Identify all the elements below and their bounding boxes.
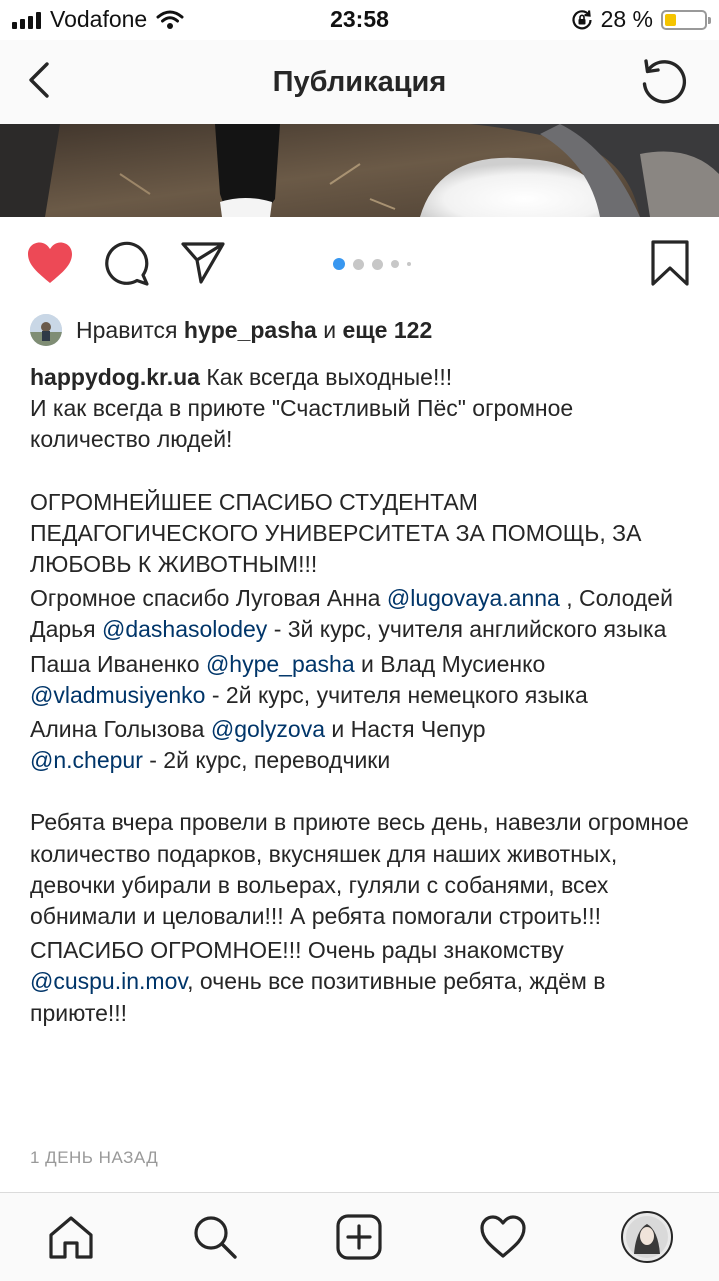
avatar [30, 314, 62, 346]
mention-link[interactable]: @n.chepur [30, 747, 143, 773]
carousel-dot [353, 258, 364, 270]
mention-link[interactable]: @vladmusiyenko [30, 682, 205, 708]
post-timestamp: 1 ДЕНЬ НАЗАД [30, 1148, 159, 1167]
caption-text: - 2й курс, переводчики [149, 747, 391, 774]
carousel-dot [372, 258, 383, 270]
caption-text: Паша Иваненко [30, 650, 200, 677]
heart-filled-icon[interactable] [26, 241, 74, 285]
battery-percent: 28 % [600, 6, 653, 32]
post-caption: happydog.kr.ua Как всегда выходные!!! И … [30, 362, 695, 1029]
mention-link[interactable]: @lugovaya.anna [387, 585, 560, 611]
caption-username-link[interactable]: happydog.kr.ua [30, 364, 200, 390]
caption-line-1: Как всегда выходные!!! [206, 364, 453, 390]
status-bar: Vodafone 23:58 28 % [0, 0, 719, 40]
likes-prefix: Нравится [76, 316, 178, 343]
mention-link[interactable]: @hype_pasha [206, 651, 355, 677]
caption-paragraph-1: Огромное спасибо Луговая Анна @lugovaya.… [30, 583, 695, 645]
battery-fill [665, 13, 676, 26]
post-photo-image [0, 124, 719, 217]
new-post-icon[interactable] [335, 1213, 383, 1261]
caption-text: Алина Голызова [30, 716, 205, 743]
bottom-tab-bar [0, 1192, 719, 1281]
caption-paragraph-2: Паша Иваненко @hype_pasha и Влад Мусиенк… [30, 649, 695, 711]
share-icon[interactable] [180, 241, 226, 285]
profile-avatar-icon[interactable] [620, 1210, 674, 1264]
activity-heart-icon[interactable] [479, 1213, 527, 1261]
page-title: Публикация [272, 66, 447, 98]
mention-link[interactable]: @golyzova [211, 716, 325, 742]
likes-user-link[interactable]: hype_pasha [184, 317, 317, 344]
bookmark-icon[interactable] [650, 239, 690, 287]
mention-link[interactable]: @dashasolodey [102, 616, 267, 642]
likes-middle: и [323, 316, 337, 343]
carousel-indicator [333, 258, 411, 270]
orientation-lock-icon [571, 9, 592, 29]
battery-icon [661, 9, 711, 30]
home-icon[interactable] [47, 1213, 95, 1261]
caption-text: - 2й курс, учителя немецкого языка [211, 681, 588, 708]
status-right: 28 % [571, 6, 711, 33]
caption-intro: happydog.kr.ua Как всегда выходные!!! И … [30, 362, 695, 456]
refresh-icon[interactable] [637, 54, 691, 108]
likes-summary[interactable]: Нравится hype_pasha и еще 122 [30, 312, 432, 348]
caption-line-2: И как всегда в приюте "Счастливый Пёс" о… [30, 395, 574, 453]
caption-text: - 3й курс, учителя английского языка [273, 616, 667, 643]
post-photo[interactable] [0, 124, 719, 217]
carousel-dot [391, 260, 399, 268]
caption-text: и Настя Чепур [331, 716, 486, 743]
caption-paragraph-3: Алина Голызова @golyzova и Настя Чепур @… [30, 714, 695, 776]
likes-others-link[interactable]: еще 122 [342, 317, 432, 344]
comment-icon[interactable] [104, 241, 150, 287]
carousel-dot [407, 262, 411, 266]
caption-text: и Влад Мусиенко [361, 650, 546, 677]
mention-link[interactable]: @cuspu.in.mov [30, 968, 187, 994]
caption-text: Огромное спасибо Луговая Анна [30, 585, 381, 612]
caption-paragraph-5: СПАСИБО ОГРОМНОЕ!!! Очень рады знакомств… [30, 935, 695, 1029]
caption-text: СПАСИБО ОГРОМНОЕ!!! Очень рады знакомств… [30, 937, 564, 964]
caption-paragraph-4: Ребята вчера провели в приюте весь день,… [30, 809, 689, 930]
nav-header: Публикация [0, 40, 719, 124]
carousel-dot [333, 258, 345, 270]
caption-thanks-heading: ОГРОМНЕЙШЕЕ СПАСИБО СТУДЕНТАМ ПЕДАГОГИЧЕ… [30, 488, 642, 578]
search-icon[interactable] [191, 1213, 239, 1261]
